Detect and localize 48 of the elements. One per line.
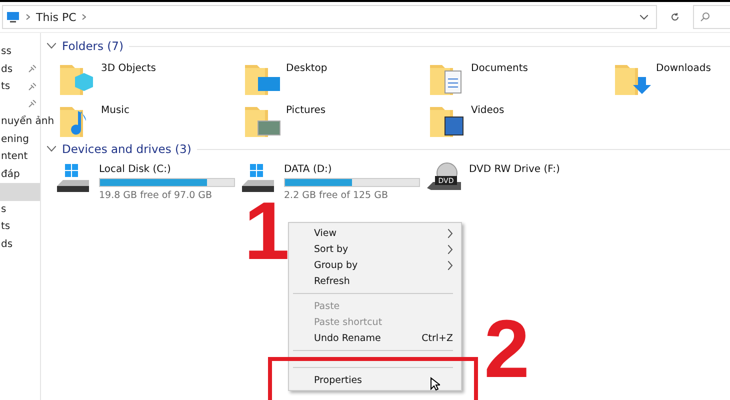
refresh-icon xyxy=(670,12,680,22)
menu-item[interactable]: View xyxy=(289,225,461,241)
collapse-chevron-icon[interactable] xyxy=(47,43,56,49)
folder-name[interactable]: Videos xyxy=(471,105,504,139)
sidebar-item[interactable]: ss xyxy=(0,43,40,60)
free-space-text: 19.8 GB free of 97.0 GB xyxy=(99,190,214,201)
sidebar-item[interactable]: đáp xyxy=(0,166,40,183)
chevron-icon xyxy=(82,14,86,20)
folder-name[interactable]: Documents xyxy=(471,63,528,97)
folder-name[interactable]: 3D Objects xyxy=(101,63,156,97)
step-number: 1 xyxy=(244,202,290,263)
drive-name[interactable]: Local Disk (C:) xyxy=(99,164,235,175)
sidebar-item[interactable]: ts xyxy=(0,218,40,236)
section-title: Devices and drives (3) xyxy=(62,142,192,156)
menu-item[interactable]: Refresh xyxy=(289,273,461,289)
drive-name[interactable]: DVD RW Drive (F:) xyxy=(469,164,560,175)
chevron-icon xyxy=(26,14,30,20)
search-field[interactable] xyxy=(693,5,730,29)
sidebar-item[interactable]: ntent xyxy=(0,148,40,166)
free-space-text: 2.2 GB free of 125 GB xyxy=(284,190,389,201)
search-icon xyxy=(700,12,710,22)
section-title: Folders (7) xyxy=(62,39,124,53)
address-bar[interactable]: This PC xyxy=(2,5,657,29)
step-number: 2 xyxy=(484,320,530,381)
sidebar-item[interactable]: ds xyxy=(0,60,40,78)
breadcrumb[interactable]: This PC xyxy=(36,10,76,24)
sidebar-item[interactable]: nuyển ảnh xyxy=(0,113,54,130)
sidebar-item[interactable]: ening xyxy=(0,130,40,148)
folder-name[interactable]: Downloads xyxy=(656,63,711,97)
sidebar-item[interactable]: ts xyxy=(0,78,40,96)
chevron-down-icon xyxy=(640,14,648,20)
menu-item[interactable]: Properties xyxy=(289,372,461,388)
folder-name[interactable]: Desktop xyxy=(286,63,328,97)
sidebar-item[interactable]: s xyxy=(0,200,40,218)
computer-icon xyxy=(6,11,20,23)
folder-name[interactable]: Music xyxy=(101,105,130,139)
menu-item[interactable]: Group by xyxy=(289,257,461,273)
shortcut-text: Ctrl+Z xyxy=(422,332,453,344)
menu-item[interactable]: Undo Rename Ctrl+Z xyxy=(289,330,461,346)
drive-name[interactable]: DATA (D:) xyxy=(284,164,420,175)
sidebar-item[interactable]: ds xyxy=(0,236,40,253)
menu-item[interactable]: Sort by xyxy=(289,241,461,257)
pin-icon xyxy=(28,100,36,108)
collapse-chevron-icon[interactable] xyxy=(47,146,56,152)
cursor-icon xyxy=(430,377,440,391)
pin-icon xyxy=(28,65,36,74)
folder-name[interactable]: Pictures xyxy=(286,105,326,139)
pin-icon xyxy=(28,82,36,91)
